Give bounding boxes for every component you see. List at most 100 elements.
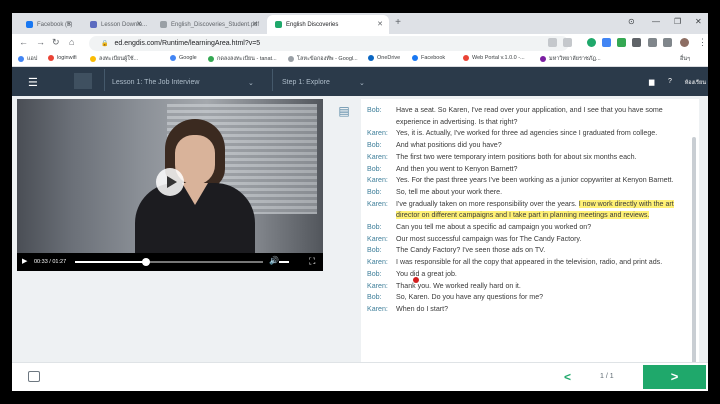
new-tab-button[interactable]: + [392,17,404,29]
transcript-text: And then you went to Kenyon Barnett? [396,164,686,176]
transcript-text-segment: And what positions did you have? [396,141,502,150]
lesson-selector[interactable]: Lesson 1: The Job Interview [112,79,199,86]
transcript-scrollbar[interactable] [692,137,696,362]
next-button[interactable]: > [643,365,706,389]
help-button[interactable]: ? [668,78,672,85]
notes-icon[interactable]: ▆ [649,78,654,86]
browser-tab[interactable]: Lesson Downlo... ✕ [82,15,148,34]
bookmark[interactable]: ลงทะเบียนผู้ใช้... [90,55,138,63]
transcript-line: Bob: The Candy Factory? I've seen those a… [367,245,699,257]
video-player[interactable]: ▶ 00:33 / 01:27 🔊 ⛶ [17,99,323,271]
window-close-icon[interactable]: ✕ [695,17,702,26]
back-icon[interactable]: ← [19,37,28,47]
home-icon[interactable] [74,73,92,89]
transcript-icon[interactable]: ▤ [328,99,360,123]
bookmark-star-icon[interactable] [563,38,572,47]
bookmark[interactable]: โลหะข้อกองทัพ - Googl... [288,55,358,63]
tab-search-icon[interactable]: ⊙ [628,17,635,26]
maximize-icon[interactable]: ❐ [674,17,681,26]
extension-icon[interactable] [602,38,611,47]
bookmark[interactable]: มหาวิทยาลัยราชภัฏ... [540,55,601,63]
bookmark[interactable]: Web Portal v.1.0.0 -... [463,55,525,61]
divider [272,69,273,91]
bookmark[interactable]: Google [170,55,197,61]
transcript-line: Karen: Yes. For the past three years I've… [367,175,699,187]
close-icon[interactable]: ✕ [136,20,142,28]
video-seek-bar[interactable] [75,258,263,266]
volume-slider[interactable] [279,261,289,263]
transcript-text-segment: Our most successful campaign was for The… [396,234,582,243]
hamburger-menu-icon[interactable]: ☰ [28,76,38,89]
transcript-text-segment: The first two were temporary intern posi… [396,152,637,161]
forward-icon[interactable]: → [36,37,45,47]
bookmark-icon [540,56,546,62]
transcript-text: I was responsible for all the copy that … [396,257,686,269]
home-icon[interactable]: ⌂ [69,37,74,47]
speaker-label: Karen: [367,199,388,208]
fullscreen-icon[interactable]: ⛶ [309,256,315,267]
print-icon[interactable] [28,371,40,382]
transcript-text-segment: Yes, it is. Actually, I've worked for th… [396,129,658,138]
close-icon[interactable]: ✕ [66,20,72,28]
bookmark[interactable]: กดลงลงทะเบียน - tanat... [208,55,277,63]
reading-list-icon[interactable] [663,38,672,47]
bookmark-icon [463,55,469,61]
video-progress-fill [75,261,147,263]
prev-button[interactable]: < [564,370,571,384]
transcript-text-segment: I've gradually taken on more responsibil… [396,199,579,208]
transcript-text: And what positions did you have? [396,140,686,152]
google-icon [170,55,176,61]
transcript-text-segment: You did a great job. [396,269,457,278]
app-header: ☰ Lesson 1: The Job Interview ⌄ Step 1: … [12,67,708,96]
url-text: ed.engdis.com/Runtime/learningArea.html?… [114,40,261,47]
lock-icon: 🔒 [101,41,109,47]
classroom-link[interactable]: ห้องเรียน [685,79,706,87]
extensions-puzzle-icon[interactable] [648,38,657,47]
speaker-label: Bob: [367,106,382,114]
play-button[interactable] [156,168,184,196]
transcript-line: Karen: The first two were temporary inter… [367,152,699,164]
browser-tab[interactable]: Facebook (5) ✕ [18,15,78,34]
profile-avatar[interactable] [680,38,689,47]
transcript-text: So, Karen. Do you have any questions for… [396,292,686,304]
tab-title: English Discoveries [286,21,339,28]
transcript-line: Karen: When do I start? [367,304,699,316]
menu-kebab-icon[interactable]: ⋮ [698,37,707,48]
close-icon[interactable]: ✕ [377,20,383,28]
video-speaker-karen [127,119,257,253]
extension-icon[interactable] [587,38,596,47]
footer: < 1 / 1 > [12,362,708,391]
chevron-down-icon[interactable]: ⌄ [359,79,365,87]
transcript-line: Bob: And then you went to Kenyon Barnett? [367,164,699,176]
bookmark[interactable]: แอป [18,55,37,63]
bookmark[interactable]: Facebook [412,55,445,61]
address-bar[interactable]: 🔒 ed.engdis.com/Runtime/learningArea.html… [89,36,569,51]
share-icon[interactable] [548,38,557,47]
transcript-text: So, tell me about your work there. [396,187,686,199]
step-selector[interactable]: Step 1: Explore [282,79,330,86]
transcript-text-segment: So, Karen. Do you have any questions for… [396,293,544,302]
pdf-icon [160,21,167,28]
play-icon[interactable]: ▶ [22,257,27,265]
chevron-down-icon[interactable]: ⌄ [248,79,254,87]
video-seek-knob[interactable] [142,258,151,266]
reload-icon[interactable]: ↻ [52,37,60,48]
transcript-text: I've gradually taken on more responsibil… [396,199,686,222]
transcript-line: Bob: So, tell me about your work there. [367,187,699,199]
video-time: 00:33 / 01:27 [34,259,67,265]
extension-icon[interactable] [617,38,626,47]
bookmark[interactable]: loginwifi [48,55,77,61]
volume-icon[interactable]: 🔊 [269,256,279,265]
transcript-line: Bob: Can you tell me about a specific ad … [367,222,699,234]
transcript-line: Bob: So, Karen. Do you have any questions… [367,292,699,304]
browser-tab-active[interactable]: English Discoveries ✕ [267,15,389,34]
minimize-icon[interactable]: — [652,17,660,26]
transcript-text: The first two were temporary intern posi… [396,152,686,164]
other-bookmarks[interactable]: อื่นๆ [680,55,690,63]
extension-icon[interactable] [632,38,641,47]
browser-tab[interactable]: English_Discoveries_Student.pdf ✕ [152,15,264,34]
speaker-label: Karen: [367,258,388,267]
transcript-line: Karen: I was responsible for all the copy… [367,257,699,269]
bookmark[interactable]: OneDrive [368,55,400,61]
close-icon[interactable]: ✕ [252,20,258,28]
